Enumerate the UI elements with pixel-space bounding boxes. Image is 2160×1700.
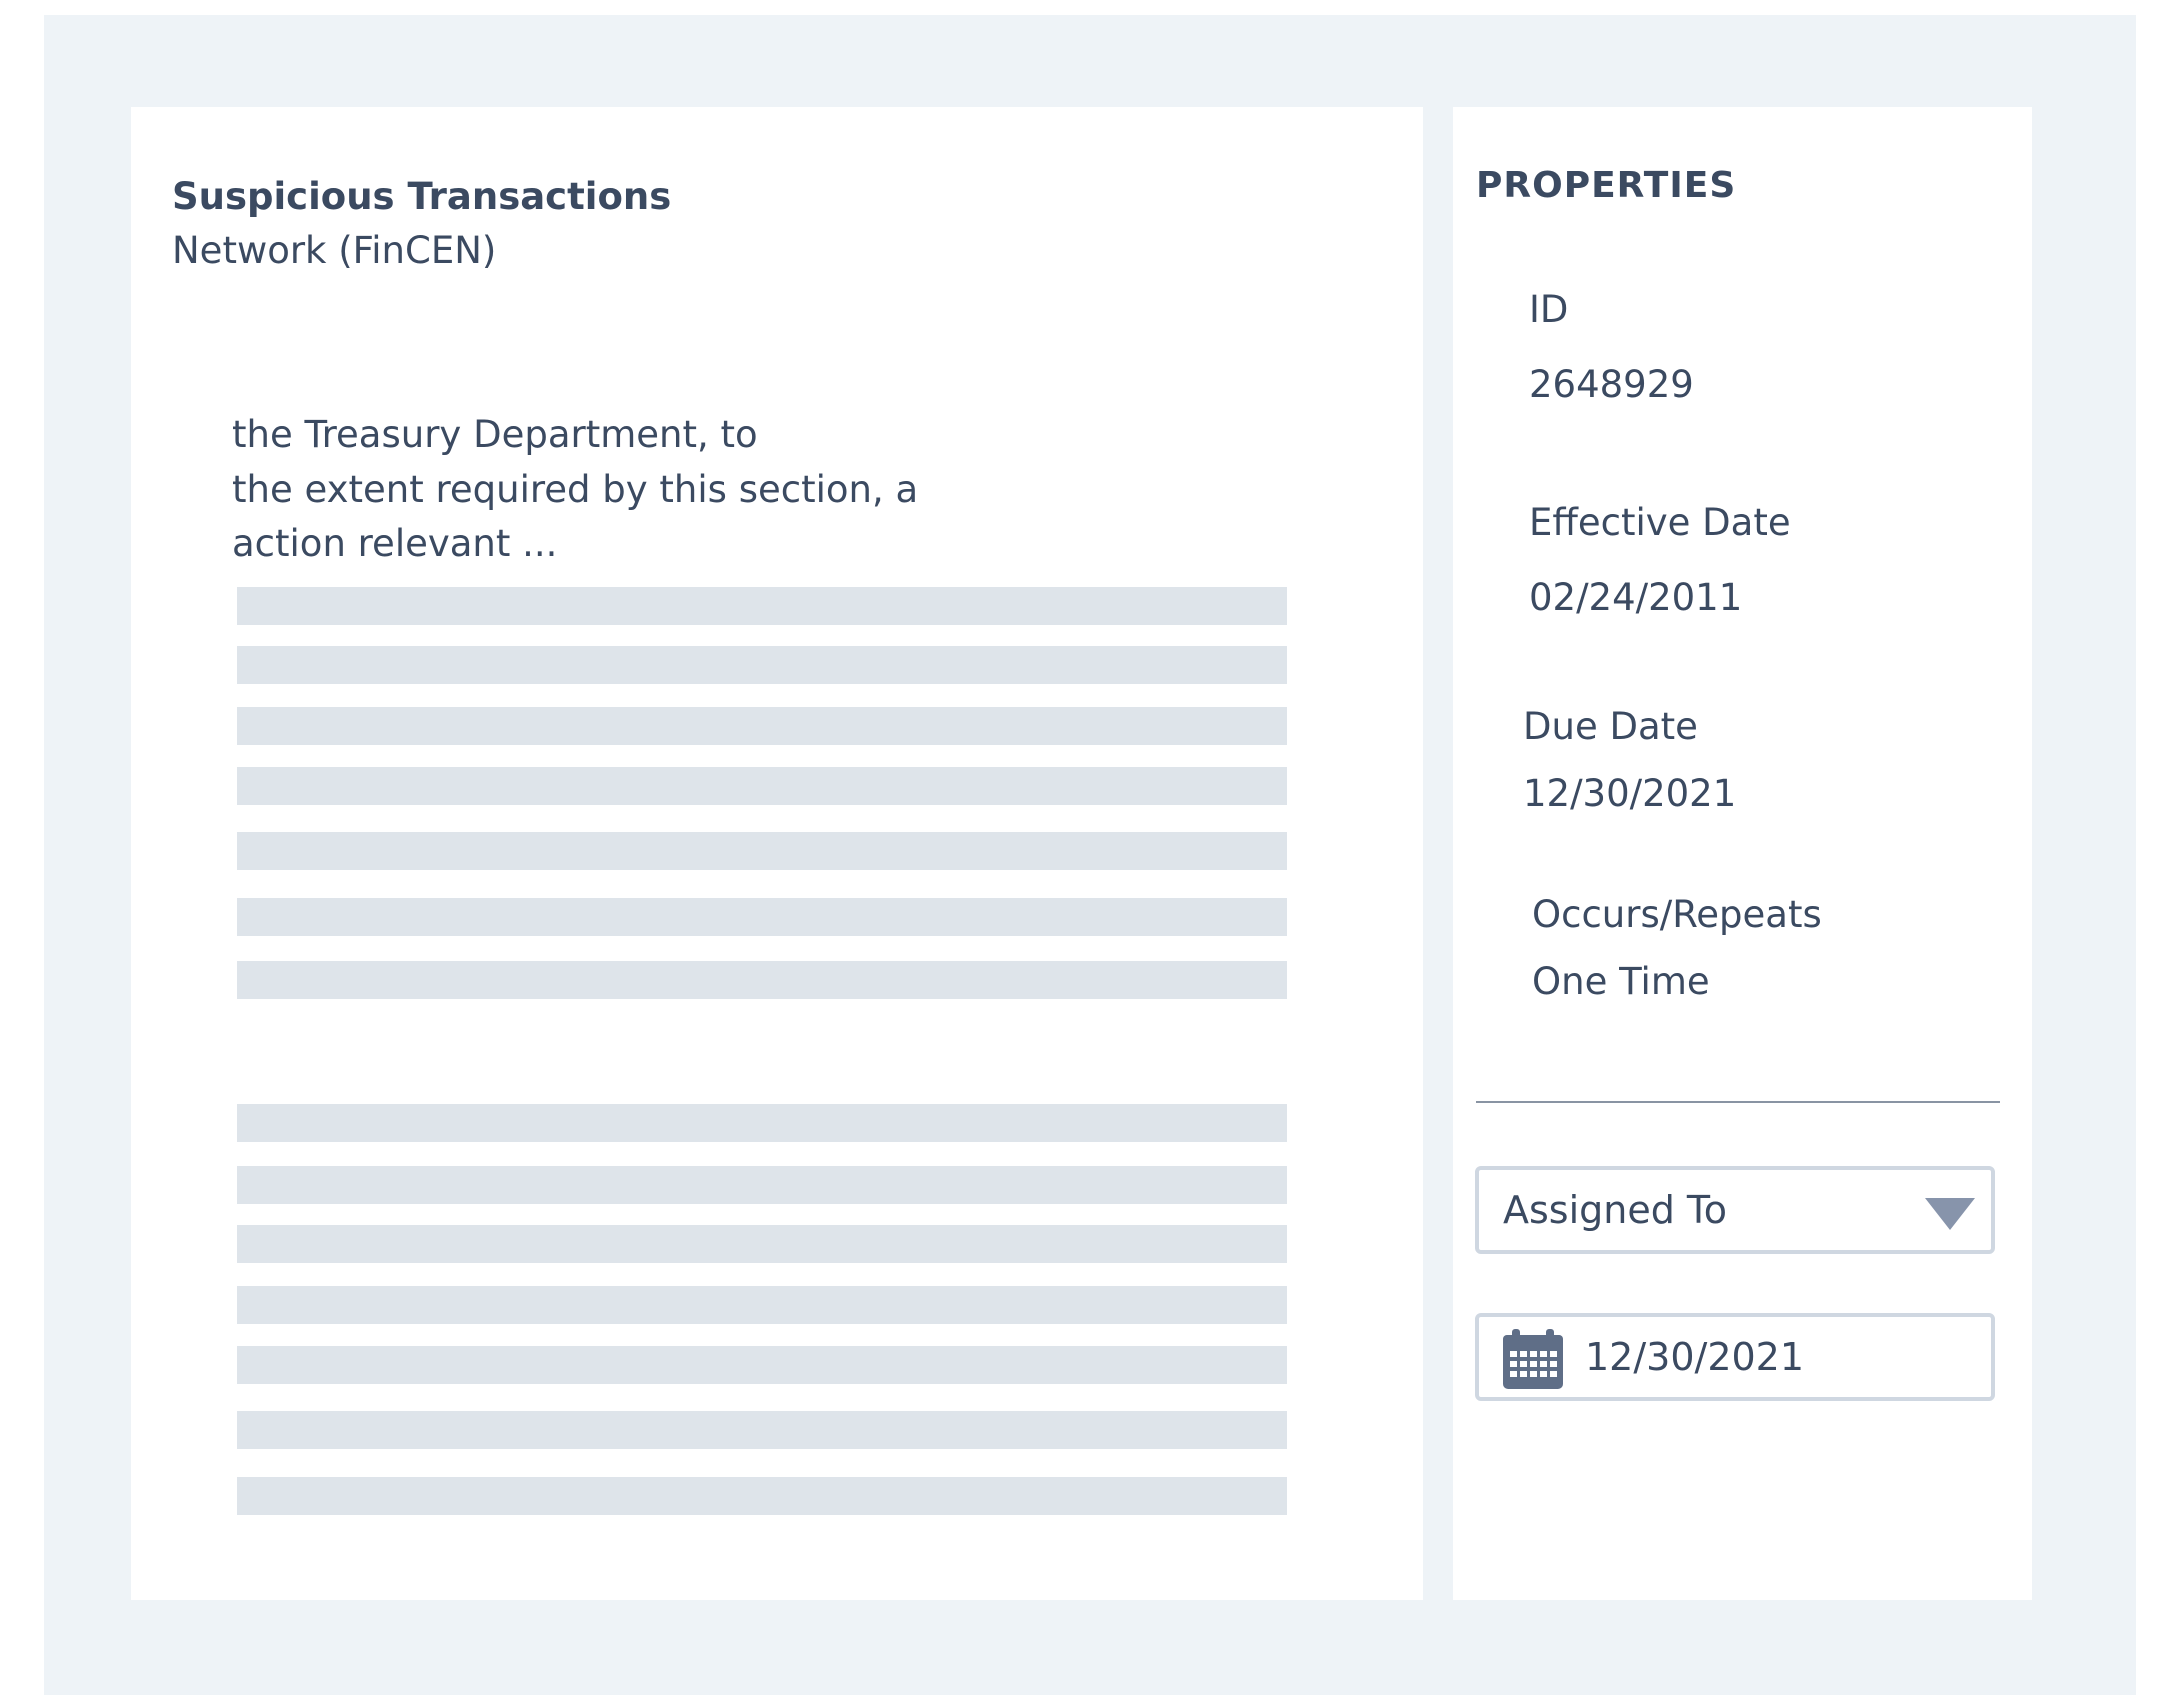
excerpt-line: action relevant ...: [232, 522, 558, 565]
due-date-input-value[interactable]: 12/30/2021: [1585, 1331, 1804, 1383]
assigned-to-select[interactable]: Assigned To: [1475, 1166, 1995, 1254]
assigned-to-label: Assigned To: [1503, 1188, 1727, 1232]
text-placeholder-line: [237, 1286, 1287, 1324]
due-date-field[interactable]: 12/30/2021: [1475, 1313, 1995, 1401]
document-subtitle: Network (FinCEN): [172, 229, 497, 272]
properties-heading: PROPERTIES: [1476, 165, 1737, 206]
occurs-repeats-label: Occurs/Repeats: [1532, 893, 1822, 936]
effective-date-value: 02/24/2011: [1529, 576, 1743, 619]
text-placeholder-line: [237, 646, 1287, 684]
text-placeholder-line: [237, 961, 1287, 999]
document-excerpt: the Treasury Department, to the extent r…: [232, 408, 992, 572]
text-placeholder-line: [237, 832, 1287, 870]
text-placeholder-line: [237, 707, 1287, 745]
text-placeholder-line: [237, 587, 1287, 625]
occurs-repeats-value: One Time: [1532, 960, 1710, 1003]
id-label: ID: [1529, 288, 1569, 331]
text-placeholder-line: [237, 1346, 1287, 1384]
excerpt-line: the Treasury Department, to: [232, 413, 758, 456]
calendar-icon[interactable]: [1501, 1327, 1565, 1391]
due-date-label: Due Date: [1523, 705, 1698, 748]
due-date-value: 12/30/2021: [1523, 772, 1737, 815]
text-placeholder-line: [237, 1477, 1287, 1515]
text-placeholder-line: [237, 1225, 1287, 1263]
text-placeholder-line: [237, 1166, 1287, 1204]
excerpt-line: the extent required by this section, a: [232, 467, 919, 511]
text-placeholder-line: [237, 767, 1287, 805]
id-value: 2648929: [1529, 363, 1694, 406]
properties-divider: [1476, 1101, 2000, 1103]
document-title: Suspicious Transactions: [172, 175, 672, 218]
chevron-down-icon[interactable]: [1925, 1198, 1975, 1230]
effective-date-label: Effective Date: [1529, 501, 1791, 544]
text-placeholder-line: [237, 898, 1287, 936]
text-placeholder-line: [237, 1411, 1287, 1449]
text-placeholder-line: [237, 1104, 1287, 1142]
